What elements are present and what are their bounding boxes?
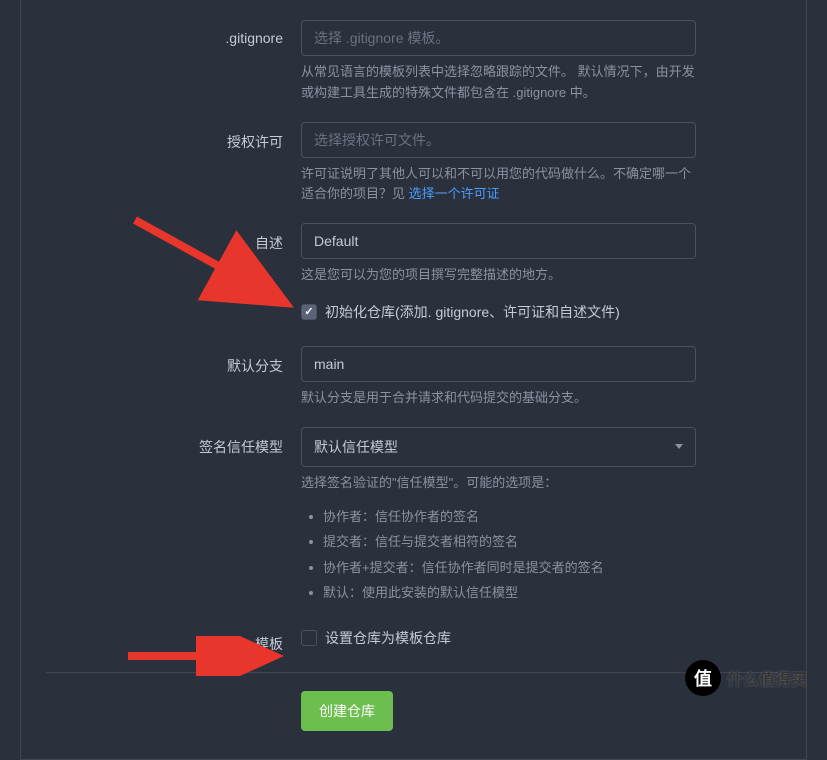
chevron-down-icon (675, 444, 683, 449)
template-checkbox[interactable] (301, 630, 317, 646)
gitignore-label: .gitignore (46, 20, 301, 46)
trust-model-label: 签名信任模型 (46, 427, 301, 457)
readme-help: 这是您可以为您的项目撰写完整描述的地方。 (301, 265, 696, 286)
gitignore-input[interactable] (301, 20, 696, 56)
template-label: 模板 (46, 624, 301, 654)
readme-input[interactable] (301, 223, 696, 259)
trust-model-help: 选择签名验证的"信任模型"。可能的选项是： (301, 473, 696, 494)
trust-option: 提交者：信任与提交者相符的签名 (301, 529, 696, 555)
default-branch-row: 默认分支 默认分支是用于合并请求和代码提交的基础分支。 (46, 346, 781, 409)
trust-model-select[interactable]: 默认信任模型 (301, 427, 696, 467)
watermark: 值 什么值得买 (685, 660, 807, 696)
readme-label: 自述 (46, 223, 301, 253)
init-repo-checkbox[interactable] (301, 304, 317, 320)
divider (46, 672, 781, 673)
create-repo-button[interactable]: 创建仓库 (301, 691, 393, 731)
submit-row: 创建仓库 (46, 691, 781, 731)
license-help-link[interactable]: 选择一个许可证 (409, 186, 500, 201)
license-input[interactable] (301, 122, 696, 158)
license-row: 授权许可 许可证说明了其他人可以和不可以用您的代码做什么。不确定哪一个适合你的项… (46, 122, 781, 206)
trust-model-row: 签名信任模型 默认信任模型 选择签名验证的"信任模型"。可能的选项是： 协作者：… (46, 427, 781, 606)
default-branch-input[interactable] (301, 346, 696, 382)
init-repo-label: 初始化仓库(添加. gitignore、许可证和自述文件) (325, 302, 620, 322)
default-branch-help: 默认分支是用于合并请求和代码提交的基础分支。 (301, 388, 696, 409)
trust-option: 默认：使用此安装的默认信任模型 (301, 580, 696, 606)
license-help: 许可证说明了其他人可以和不可以用您的代码做什么。不确定哪一个适合你的项目？见 选… (301, 164, 696, 206)
trust-option: 协作者：信任协作者的签名 (301, 504, 696, 530)
default-branch-label: 默认分支 (46, 346, 301, 376)
watermark-text: 什么值得买 (727, 666, 807, 690)
repo-settings-form: .gitignore 从常见语言的模板列表中选择忽略跟踪的文件。 默认情况下，由… (20, 0, 807, 760)
trust-model-options: 协作者：信任协作者的签名 提交者：信任与提交者相符的签名 协作者+提交者：信任协… (301, 504, 696, 606)
license-label: 授权许可 (46, 122, 301, 152)
trust-option: 协作者+提交者：信任协作者同时是提交者的签名 (301, 555, 696, 581)
readme-row: 自述 这是您可以为您的项目撰写完整描述的地方。 初始化仓库(添加. gitign… (46, 223, 781, 338)
watermark-icon: 值 (685, 660, 721, 696)
gitignore-row: .gitignore 从常见语言的模板列表中选择忽略跟踪的文件。 默认情况下，由… (46, 20, 781, 104)
init-repo-row: 初始化仓库(添加. gitignore、许可证和自述文件) (301, 302, 696, 322)
gitignore-help: 从常见语言的模板列表中选择忽略跟踪的文件。 默认情况下，由开发或构建工具生成的特… (301, 62, 696, 104)
template-checkbox-label: 设置仓库为模板仓库 (325, 628, 451, 648)
template-row: 模板 设置仓库为模板仓库 (46, 624, 781, 654)
